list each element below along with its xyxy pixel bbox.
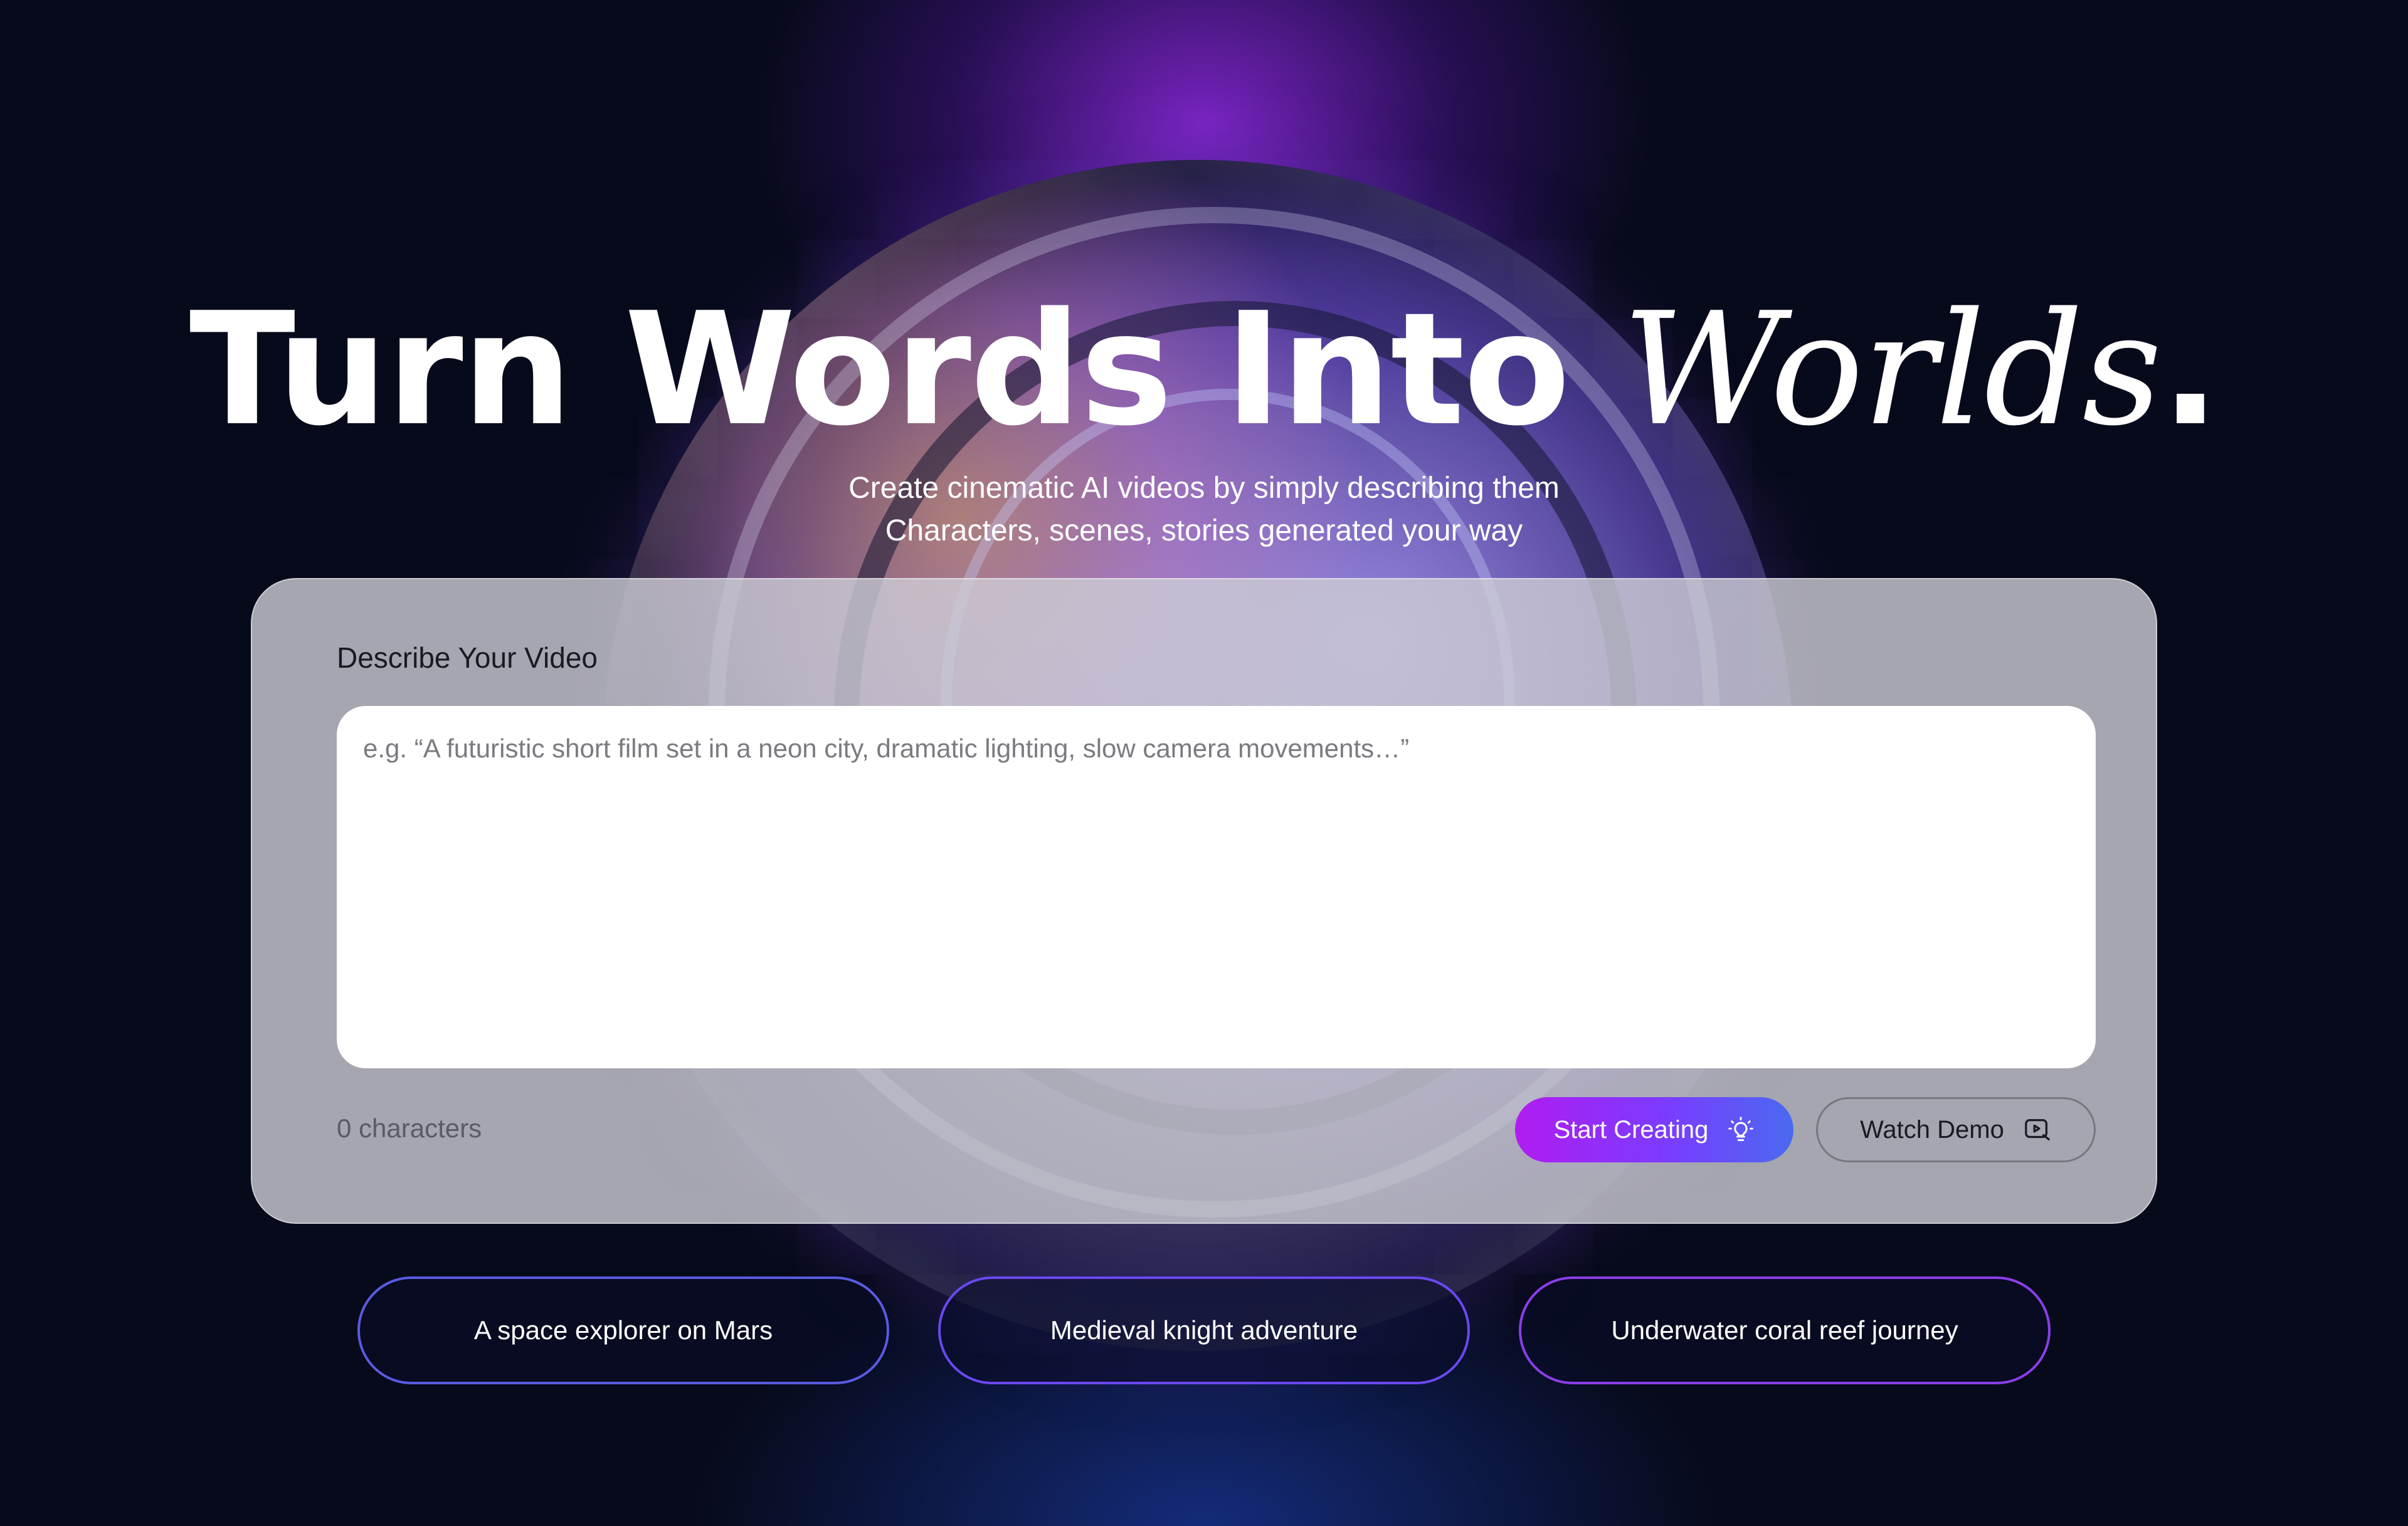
prompt-label: Describe Your Video — [337, 641, 598, 674]
play-video-icon — [2023, 1115, 2052, 1144]
hero-headline: Turn Words Into Worlds. — [0, 276, 2408, 464]
suggestion-chip-coral-reef[interactable]: Underwater coral reef journey — [1519, 1276, 2051, 1384]
lightbulb-icon — [1727, 1116, 1755, 1144]
prompt-panel: Describe Your Video 0 characters Start C… — [251, 578, 2157, 1224]
headline-main-text: Turn Words Into — [189, 280, 1622, 460]
page: Turn Words Into Worlds. Create cinematic… — [0, 0, 2408, 1526]
hero-subtitle: Create cinematic AI videos by simply des… — [0, 467, 2408, 552]
headline-accent-text: Worlds — [1622, 280, 2162, 460]
headline-period: . — [2160, 280, 2220, 460]
character-count: 0 characters — [337, 1113, 482, 1143]
start-creating-label: Start Creating — [1553, 1115, 1709, 1144]
watch-demo-label: Watch Demo — [1860, 1115, 2004, 1144]
subtitle-line-1: Create cinematic AI videos by simply des… — [848, 471, 1560, 505]
video-description-input[interactable] — [337, 706, 2096, 1068]
subtitle-line-2: Characters, scenes, stories generated yo… — [885, 514, 1523, 547]
suggestion-chip-space-explorer[interactable]: A space explorer on Mars — [357, 1276, 889, 1384]
watch-demo-button[interactable]: Watch Demo — [1816, 1097, 2096, 1162]
suggestion-chip-medieval-knight[interactable]: Medieval knight adventure — [938, 1276, 1470, 1384]
start-creating-button[interactable]: Start Creating — [1515, 1097, 1793, 1162]
